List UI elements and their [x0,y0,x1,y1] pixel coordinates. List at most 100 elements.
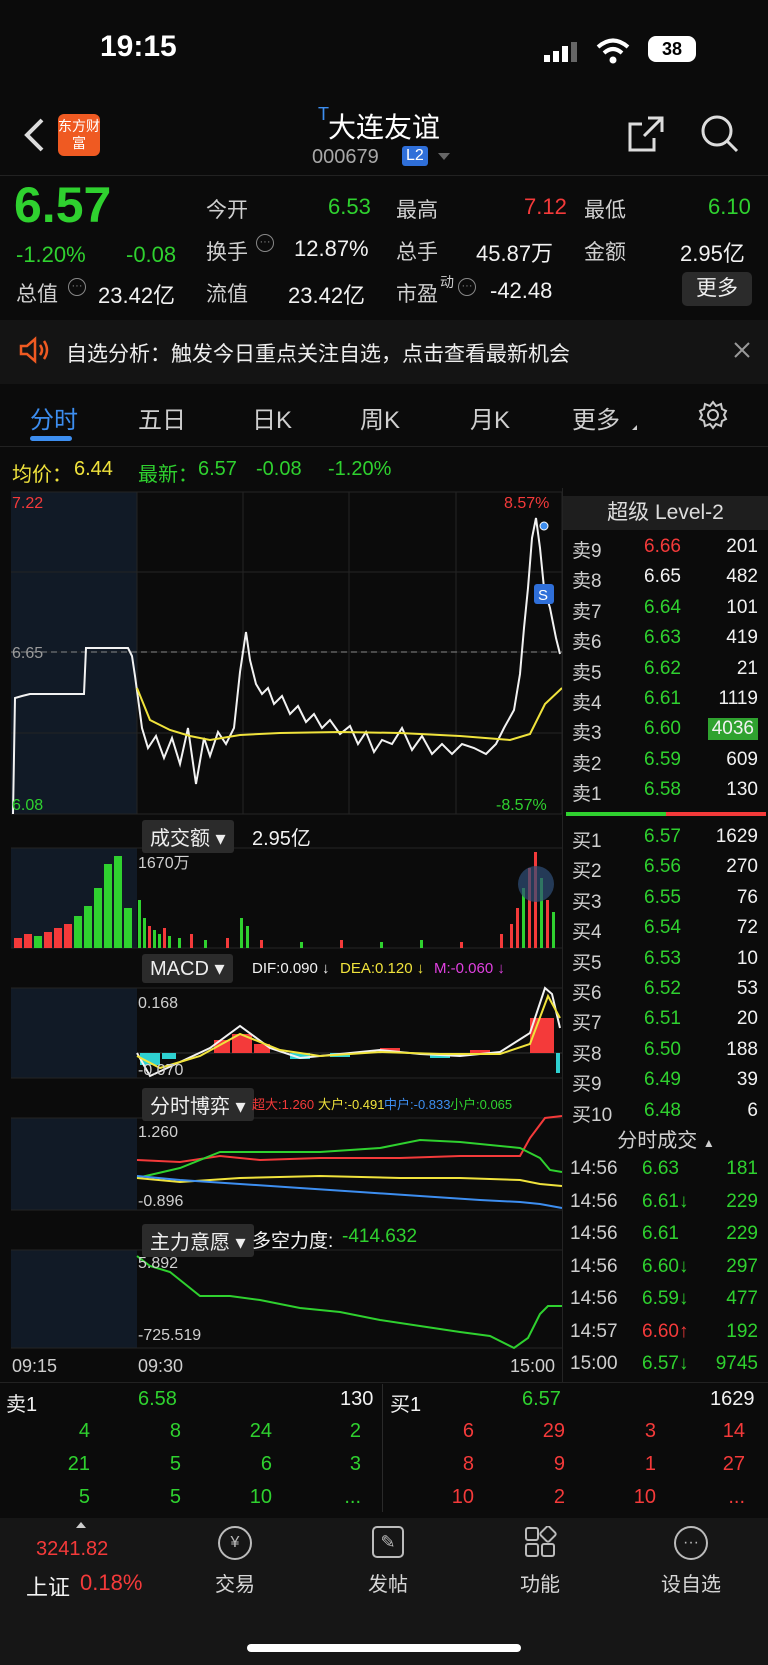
order-book-row[interactable]: 卖3 6.60 4036 [566,714,766,744]
tick-time: 14:56 [570,1255,618,1277]
tick-price: 6.61↓ [642,1190,689,1212]
queue-cell: 3 [644,1420,656,1442]
chevron-down-icon[interactable] [438,153,450,160]
more-button[interactable]: 更多 [682,272,752,306]
order-book-row[interactable]: 卖1 6.58 130 [566,775,766,805]
macd-panel-dropdown[interactable]: MACD ▾ [142,954,233,983]
order-price: 6.50 [644,1038,681,1060]
order-volume: 6 [747,1099,758,1121]
order-book-row[interactable]: 卖4 6.61 1119 [566,684,766,714]
tab-daily-k[interactable]: 日K [252,400,292,435]
amount-value: 2.95亿 [680,241,745,266]
order-book-row[interactable]: 卖8 6.65 482 [566,562,766,592]
mcap-value: 23.42亿 [98,283,176,308]
function-icon[interactable] [524,1525,558,1565]
latest-label: 最新： [138,464,198,486]
post-icon[interactable]: ✎ [372,1526,404,1558]
order-level-label: 卖7 [572,601,602,623]
y-ref-label: 6.65 [12,645,43,662]
index-value[interactable]: 3241.82 [36,1538,108,1561]
tick-row: 14:57 6.60↑ 192 [566,1317,766,1349]
index-pct[interactable]: 0.18% [80,1570,142,1596]
order-volume: 39 [736,1069,758,1091]
order-book-row[interactable]: 买9 6.49 39 [566,1065,766,1095]
amount-label: 金额 [584,241,626,264]
tab-five-day[interactable]: 五日 [138,400,186,435]
order-book-row[interactable]: 买4 6.54 72 [566,913,766,943]
order-book-row[interactable]: 买7 6.51 20 [566,1004,766,1034]
more-dots-icon[interactable]: ··· [674,1526,708,1560]
volume-max-label: 1670万 [138,855,190,872]
order-price: 6.55 [644,886,681,908]
pe-label: 市盈 [396,283,438,306]
order-book-row[interactable]: 卖5 6.62 21 [566,654,766,684]
intent-panel-dropdown[interactable]: 主力意愿 ▾ [142,1224,254,1257]
tick-row: 14:56 6.60↓ 297 [566,1252,766,1284]
tab-more[interactable]: 更多 [572,400,620,435]
low-label: 最低 [584,199,626,222]
info-icon[interactable]: ··· [256,234,274,252]
order-book-row[interactable]: 买5 6.53 10 [566,944,766,974]
share-icon[interactable] [626,114,666,159]
order-book-row[interactable]: 卖7 6.64 101 [566,593,766,623]
order-book-row[interactable]: 卖2 6.59 609 [566,745,766,775]
nav-post[interactable]: 发帖 [338,1568,438,1597]
index-caret-icon [76,1522,86,1528]
queue-cell: ... [728,1486,745,1508]
change-pct: -1.20% [16,242,86,267]
tab-intraday[interactable]: 分时 [30,400,78,435]
order-book-row[interactable]: 买3 6.55 76 [566,883,766,913]
order-price: 6.54 [644,917,681,939]
volume-panel-dropdown[interactable]: 成交额 ▾ [142,820,234,853]
game-panel-dropdown[interactable]: 分时博弈 ▾ [142,1088,254,1121]
level2-title[interactable]: 超级 Level-2 [563,496,768,530]
settings-icon[interactable] [698,400,728,435]
tick-volume: 9745 [715,1353,758,1374]
order-book-row[interactable]: 买6 6.52 53 [566,974,766,1004]
order-book-row[interactable]: 买8 6.50 188 [566,1035,766,1065]
tick-volume: 192 [726,1320,758,1342]
game-small: 小户:0.065 [450,1097,513,1112]
tab-monthly-k[interactable]: 月K [470,400,510,435]
info-icon[interactable]: ··· [458,278,476,296]
queue-cell: 5 [78,1486,90,1508]
nav-add-watch[interactable]: 设自选 [641,1568,741,1597]
level-badge[interactable]: L2 [402,146,428,166]
high-label: 最高 [396,199,438,222]
trade-icon[interactable]: ¥ [218,1526,252,1560]
order-book-row[interactable]: 卖6 6.63 419 [566,623,766,653]
queue-cell: 10 [451,1486,474,1508]
nav-function[interactable]: 功能 [490,1568,590,1597]
close-icon[interactable] [732,340,752,365]
tab-weekly-k[interactable]: 周K [360,400,400,435]
order-volume: 4036 [707,718,758,741]
order-price: 6.64 [644,596,681,618]
macd-dif: DIF:0.090 ↓ [252,960,330,977]
order-book-row[interactable]: 卖9 6.66 201 [566,532,766,562]
order-level-label: 卖1 [572,784,602,806]
order-book-row[interactable]: 买10 6.48 6 [566,1096,766,1126]
order-volume: 482 [726,566,758,588]
tick-row: 14:56 6.59↓ 477 [566,1284,766,1316]
macd-pre-shade [11,988,137,1078]
queue-buy-vol: 1629 [710,1388,755,1410]
info-icon[interactable]: ··· [68,278,86,296]
search-icon[interactable] [700,114,740,159]
order-book-row[interactable]: 买2 6.56 270 [566,852,766,882]
tick-volume: 229 [726,1190,758,1212]
banner-text[interactable]: 自选分析：触发今日重点关注自选，点击查看最新机会 [66,338,570,368]
nav-trade[interactable]: 交易 [185,1568,285,1597]
ticks-title[interactable]: 分时成交 ▲ [566,1124,766,1153]
order-level-label: 买5 [572,952,602,974]
order-volume: 270 [726,856,758,878]
book-split-bar [566,812,766,816]
intent-force-label: 多空力度: [252,1231,334,1252]
order-book-row[interactable]: 买1 6.57 1629 [566,822,766,852]
order-volume: 20 [736,1008,758,1030]
queue-cell: 3 [349,1453,361,1475]
change-abs: -0.08 [126,242,177,267]
index-name[interactable]: 上证 [26,1570,70,1602]
latest-pct: -1.20% [328,458,392,480]
turnover-value: 12.87% [294,236,369,261]
x-axis-start: 09:15 [12,1356,58,1376]
